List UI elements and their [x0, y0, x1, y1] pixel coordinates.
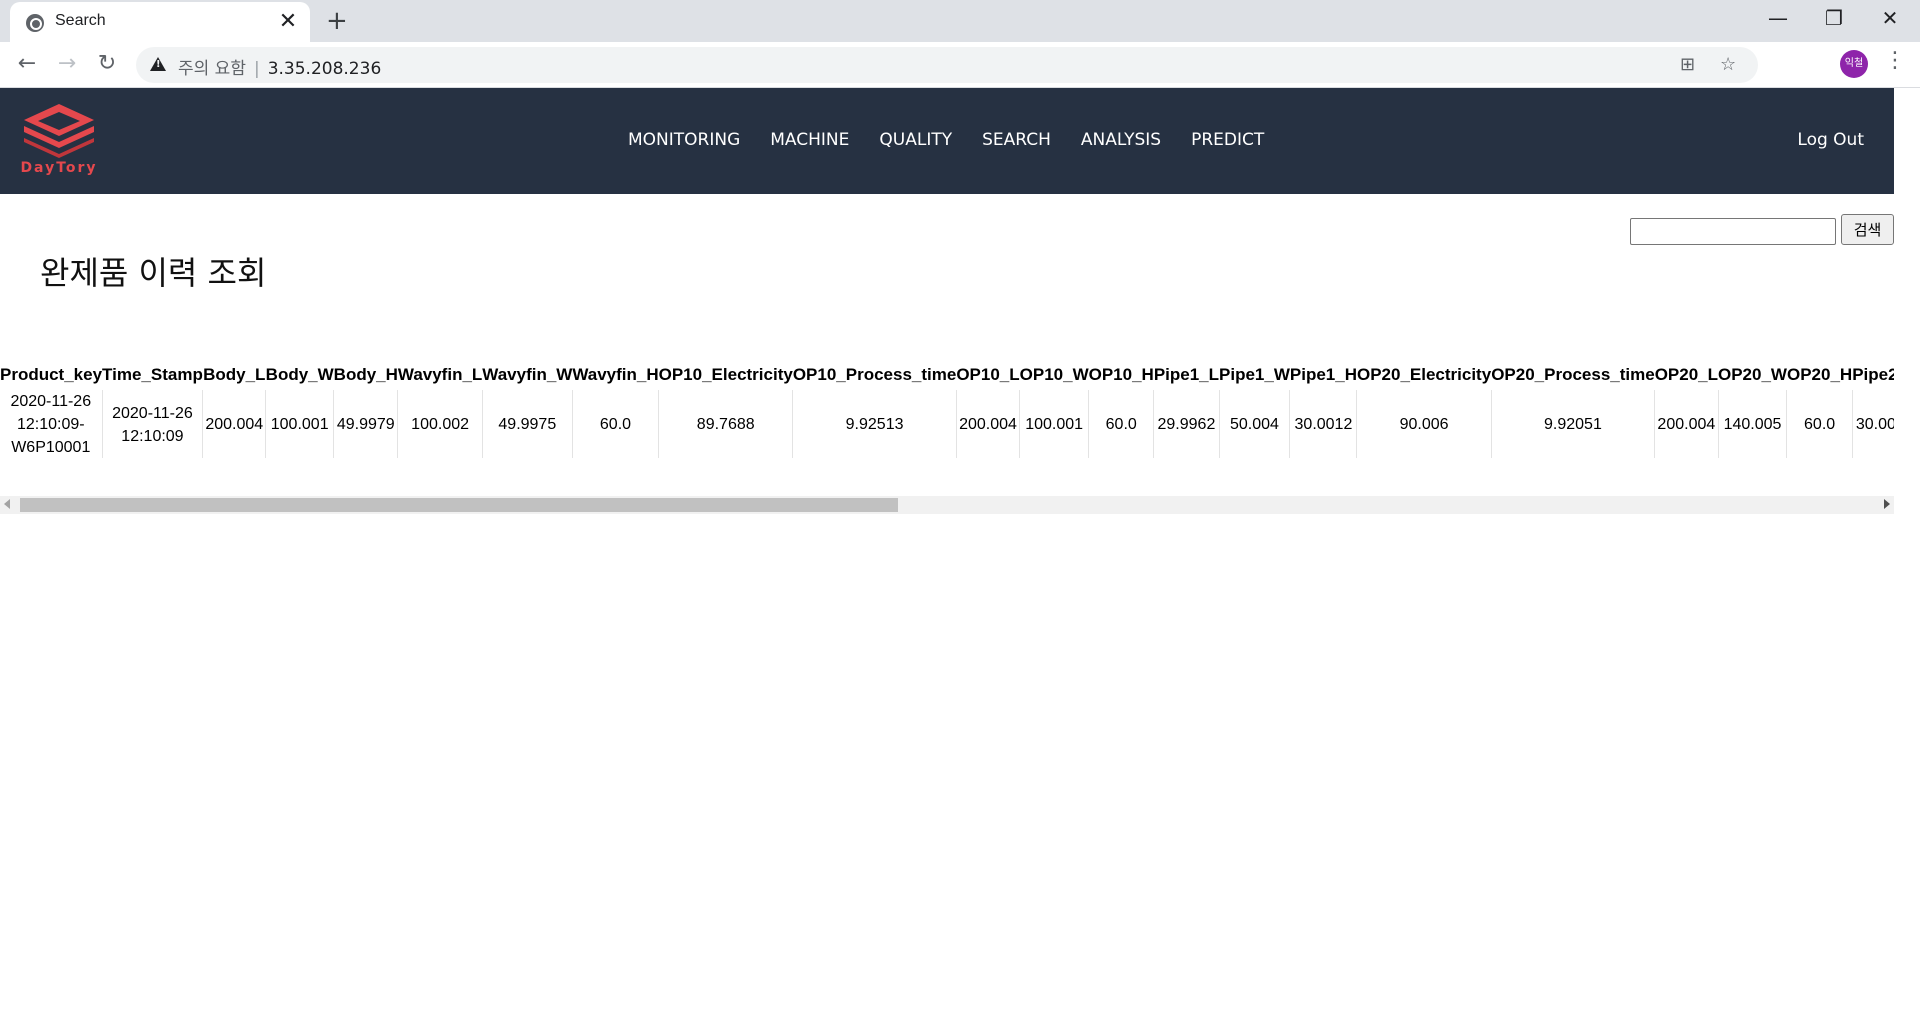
- table-cell: 49.9979: [333, 390, 399, 458]
- translate-icon[interactable]: ⊞: [1680, 54, 1695, 75]
- table-cell: 200.004: [1654, 390, 1719, 458]
- column-header: Body_W: [265, 365, 334, 384]
- browser-menu-icon[interactable]: ⋮: [1884, 48, 1906, 73]
- product-history-table-container[interactable]: Product_key Time_Stamp Body_L Body_W Body_H W…: [0, 360, 1894, 458]
- menu-item-machine[interactable]: MACHINE: [770, 130, 849, 150]
- table-cell: 50.004: [1219, 390, 1291, 458]
- product-history-table: Product_key Time_Stamp Body_L Body_W Body_H W…: [0, 360, 1894, 458]
- table-cell: 60.0: [1786, 390, 1853, 458]
- tab-title: Search: [55, 12, 106, 29]
- table-cell: 60.0: [1088, 390, 1155, 458]
- table-header-row: Product_key Time_Stamp Body_L Body_W Body_H W…: [0, 360, 1894, 390]
- table-cell: 100.002: [397, 390, 483, 458]
- table-cell: 200.004: [202, 390, 267, 458]
- column-header: OP10_H: [1088, 365, 1154, 384]
- address-text[interactable]: 주의 요함 | 3.35.208.236: [178, 54, 381, 79]
- page-title: 완제품 이력 조회: [40, 254, 267, 292]
- column-header: Body_H: [333, 365, 398, 384]
- main-menu: MONITORING MACHINE QUALITY SEARCH ANALYS…: [628, 130, 1264, 150]
- table-cell: 100.001: [1019, 390, 1090, 458]
- reload-button[interactable]: ↻: [92, 50, 122, 78]
- menu-item-analysis[interactable]: ANALYSIS: [1081, 130, 1161, 150]
- search-button[interactable]: 검색: [1841, 214, 1894, 245]
- column-header: OP10_Electricity: [658, 365, 793, 384]
- column-header: OP10_Process_time: [792, 365, 957, 384]
- column-header: Pipe1_H: [1289, 365, 1357, 384]
- close-window-button[interactable]: ✕: [1870, 6, 1910, 30]
- browser-tab-strip: Search ✕ + — ❐ ✕: [0, 0, 1920, 42]
- scrollbar-thumb[interactable]: [20, 498, 898, 512]
- column-header: OP10_W: [1019, 365, 1089, 384]
- column-header: OP20_H: [1786, 365, 1853, 384]
- restore-button[interactable]: ❐: [1814, 6, 1854, 30]
- table-cell: 140.005: [1718, 390, 1788, 458]
- search-input[interactable]: [1630, 218, 1836, 245]
- column-header: Product_key: [0, 365, 103, 384]
- table-cell: 2020-11-26 12:10:09-W6P10001: [0, 390, 103, 458]
- table-cell: 49.9975: [482, 390, 573, 458]
- table-cell: 9.92513: [792, 390, 957, 458]
- column-header: OP20_Electricity: [1356, 365, 1492, 384]
- forward-button[interactable]: →: [52, 50, 82, 78]
- scroll-left-arrow-icon[interactable]: [4, 499, 10, 509]
- column-header: Pipe1_W: [1219, 365, 1290, 384]
- table-cell: 2020-11-26 12:10:09: [102, 390, 204, 458]
- back-button[interactable]: ←: [12, 50, 42, 78]
- security-warning-label: 주의 요함: [178, 59, 246, 79]
- column-header: OP20_Process_time: [1491, 365, 1655, 384]
- new-tab-button[interactable]: +: [326, 8, 348, 34]
- table-cell: 200.004: [956, 390, 1021, 458]
- table-body: 2020-11-26 12:10:09-W6P10001 2020-11-26 1…: [0, 390, 1894, 458]
- column-header: Wavyfin_W: [482, 365, 573, 384]
- browser-toolbar: ← → ↻ 주의 요함|3.35.208.236 ⊞ ☆ 익철 ⋮: [0, 42, 1920, 88]
- menu-item-search[interactable]: SEARCH: [982, 130, 1051, 150]
- table-cell: 9.92051: [1491, 390, 1656, 458]
- column-header: OP20_W: [1718, 365, 1787, 384]
- menu-item-predict[interactable]: PREDICT: [1191, 130, 1264, 150]
- table-cell: 29.9962: [1153, 390, 1220, 458]
- logout-link[interactable]: Log Out: [1797, 130, 1864, 150]
- column-header: OP10_L: [956, 365, 1020, 384]
- minimize-button[interactable]: —: [1758, 6, 1798, 30]
- globe-icon: [26, 14, 44, 32]
- table-cell: 90.006: [1356, 390, 1492, 458]
- browser-tab[interactable]: Search ✕: [10, 2, 310, 42]
- menu-item-monitoring[interactable]: MONITORING: [628, 130, 740, 150]
- logo-cube-icon: [24, 104, 94, 158]
- url-text: 3.35.208.236: [267, 59, 382, 79]
- bookmark-star-icon[interactable]: ☆: [1720, 54, 1736, 75]
- address-bar[interactable]: 주의 요함|3.35.208.236 ⊞ ☆: [136, 47, 1758, 83]
- logo-text: DayTory: [20, 160, 98, 176]
- menu-item-quality[interactable]: QUALITY: [879, 130, 952, 150]
- table-cell: 30.0012: [1289, 390, 1358, 458]
- column-header: Time_Stamp: [102, 365, 203, 384]
- table-cell: 100.001: [265, 390, 335, 458]
- profile-avatar[interactable]: 익철: [1840, 50, 1868, 78]
- column-header: Wavyfin_L: [397, 365, 483, 384]
- column-header: Pipe1_L: [1153, 365, 1220, 384]
- table-cell: 89.7688: [658, 390, 794, 458]
- column-header: Pipe2_L: [1852, 365, 1894, 384]
- site-navbar: DayTory MONITORING MACHINE QUALITY SEARC…: [0, 88, 1894, 194]
- column-header: Body_L: [203, 365, 266, 384]
- horizontal-scrollbar[interactable]: [0, 496, 1894, 514]
- table-cell: 30.0015: [1852, 390, 1894, 458]
- close-tab-icon[interactable]: ✕: [276, 10, 300, 34]
- scroll-right-arrow-icon[interactable]: [1884, 499, 1890, 509]
- warning-icon[interactable]: [150, 57, 166, 71]
- daytory-logo[interactable]: DayTory: [14, 100, 104, 180]
- column-header: Wavyfin_H: [572, 365, 659, 384]
- table-cell: 60.0: [572, 390, 660, 458]
- column-header: OP20_L: [1654, 365, 1718, 384]
- table-row: 2020-11-26 12:10:09-W6P10001 2020-11-26 1…: [0, 390, 1894, 458]
